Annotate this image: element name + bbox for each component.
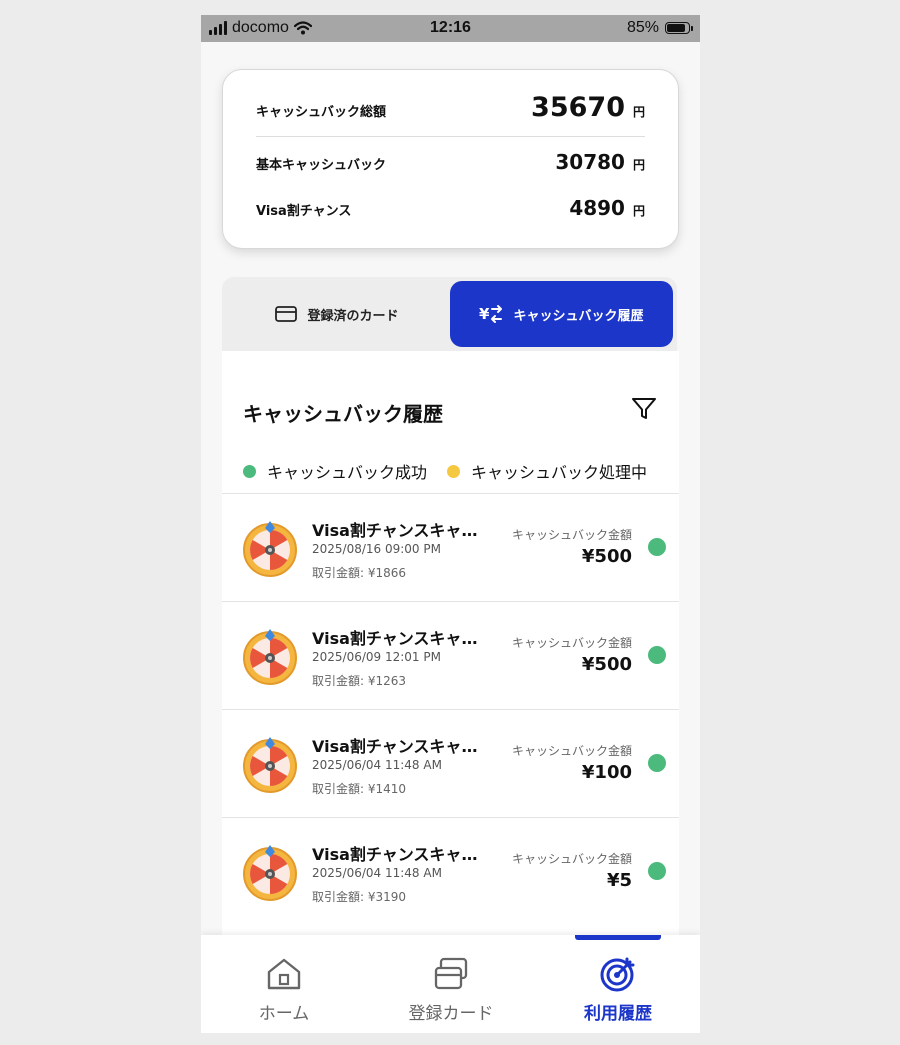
legend-success: キャッシュバック成功 xyxy=(267,463,428,482)
tab-registered-cards-label: 登録済のカード xyxy=(307,308,399,324)
visa-row: Visa割チャンス 4890 円 xyxy=(256,196,645,220)
status-bar: docomo 12:16 85% xyxy=(201,15,700,42)
history-row[interactable]: Visa割チャンスキャッシュバック 2025/06/04 11:48 AM 取引… xyxy=(222,709,679,817)
roulette-wheel-icon xyxy=(243,845,297,901)
cashback-amount-value: ¥5 xyxy=(606,870,632,891)
basic-unit: 円 xyxy=(632,158,645,172)
history-title: キャッシュバック履歴 xyxy=(243,402,443,426)
target-icon xyxy=(600,957,635,992)
success-dot xyxy=(243,464,256,478)
tabbar-history-label: 利用履歴 xyxy=(584,1004,652,1024)
transaction-amount: 取引金額: ¥1866 xyxy=(312,566,407,580)
total-value: 35670 xyxy=(531,92,625,123)
roulette-wheel-icon xyxy=(243,521,297,577)
cashback-amount-label: キャッシュバック金額 xyxy=(511,852,632,866)
history-list: Visa割チャンスキャッシュバック 2025/08/16 09:00 PM 取引… xyxy=(222,493,679,925)
status-indicator-success xyxy=(648,538,666,556)
basic-row: 基本キャッシュバック 30780 円 xyxy=(256,150,645,174)
transaction-date: 2025/06/04 11:48 AM xyxy=(312,866,442,880)
transaction-name: Visa割チャンスキャッシュバック xyxy=(312,845,492,864)
segment-tabs: 登録済のカード ¥ キャッシュバック履歴 xyxy=(222,277,677,351)
tabbar-home-label: ホーム xyxy=(258,1004,310,1024)
transaction-amount: 取引金額: ¥1410 xyxy=(312,782,407,796)
battery-icon xyxy=(665,22,693,34)
cashback-amount-label: キャッシュバック金額 xyxy=(511,744,632,758)
status-legend: キャッシュバック成功 キャッシュバック処理中 xyxy=(243,459,647,483)
yen-exchange-icon: ¥ xyxy=(479,305,503,323)
history-panel: キャッシュバック履歴 キャッシュバック成功 キャッシュバック処理中 Visa割チ… xyxy=(222,351,679,951)
total-label: キャッシュバック総額 xyxy=(256,105,387,120)
cards-icon xyxy=(434,957,468,990)
tab-cashback-history-label: キャッシュバック履歴 xyxy=(513,308,644,324)
tabbar-cards[interactable]: 登録カード xyxy=(381,955,521,1024)
transaction-amount: 取引金額: ¥3190 xyxy=(312,890,407,904)
cashback-amount-value: ¥100 xyxy=(581,762,632,783)
transaction-amount: 取引金額: ¥1263 xyxy=(312,674,407,688)
history-row[interactable]: Visa割チャンスキャッシュバック 2025/06/09 12:01 PM 取引… xyxy=(222,601,679,709)
tabbar-home[interactable]: ホーム xyxy=(214,955,354,1024)
transaction-date: 2025/08/16 09:00 PM xyxy=(312,542,441,556)
transaction-name: Visa割チャンスキャッシュバック xyxy=(312,737,492,756)
history-row[interactable]: Visa割チャンスキャッシュバック 2025/06/04 11:48 AM 取引… xyxy=(222,817,679,925)
visa-value: 4890 xyxy=(569,196,625,220)
transaction-name: Visa割チャンスキャッシュバック xyxy=(312,521,492,540)
home-icon xyxy=(267,958,301,990)
status-indicator-success xyxy=(648,862,666,880)
transaction-name: Visa割チャンスキャッシュバック xyxy=(312,629,492,648)
visa-unit: 円 xyxy=(632,204,645,218)
tab-registered-cards[interactable]: 登録済のカード xyxy=(226,281,448,347)
bottom-tab-bar: ホーム 登録カード 利用履歴 xyxy=(201,935,700,1033)
total-row: キャッシュバック総額 35670 円 xyxy=(256,92,645,123)
legend-processing: キャッシュバック処理中 xyxy=(471,463,648,482)
processing-dot xyxy=(447,464,461,478)
battery-percent: 85% xyxy=(626,19,659,36)
svg-text:¥: ¥ xyxy=(479,305,490,323)
roulette-wheel-icon xyxy=(243,629,297,685)
cashback-amount-value: ¥500 xyxy=(581,546,632,567)
clock: 12:16 xyxy=(430,19,471,36)
basic-value: 30780 xyxy=(555,150,625,174)
phone-screen: docomo 12:16 85% キャッシュバック総額 35670 円 基本キャッ… xyxy=(201,15,700,1033)
active-tab-indicator xyxy=(575,935,661,940)
tabbar-cards-label: 登録カード xyxy=(408,1004,494,1024)
tab-cashback-history[interactable]: ¥ キャッシュバック履歴 xyxy=(450,281,673,347)
cashback-summary-card: キャッシュバック総額 35670 円 基本キャッシュバック 30780 円 Visa… xyxy=(222,69,679,249)
status-indicator-success xyxy=(648,646,666,664)
credit-card-icon xyxy=(275,306,298,322)
cashback-amount-label: キャッシュバック金額 xyxy=(511,636,632,650)
transaction-date: 2025/06/09 12:01 PM xyxy=(312,650,441,664)
visa-label: Visa割チャンス xyxy=(256,204,352,219)
roulette-wheel-icon xyxy=(243,737,297,793)
status-indicator-success xyxy=(648,754,666,772)
basic-label: 基本キャッシュバック xyxy=(256,158,387,173)
total-unit: 円 xyxy=(632,105,645,119)
divider xyxy=(256,136,645,137)
transaction-date: 2025/06/04 11:48 AM xyxy=(312,758,442,772)
history-row[interactable]: Visa割チャンスキャッシュバック 2025/08/16 09:00 PM 取引… xyxy=(222,493,679,601)
cashback-amount-label: キャッシュバック金額 xyxy=(511,528,632,542)
tabbar-history[interactable]: 利用履歴 xyxy=(548,955,688,1024)
cashback-amount-value: ¥500 xyxy=(581,654,632,675)
filter-icon[interactable] xyxy=(631,397,657,421)
